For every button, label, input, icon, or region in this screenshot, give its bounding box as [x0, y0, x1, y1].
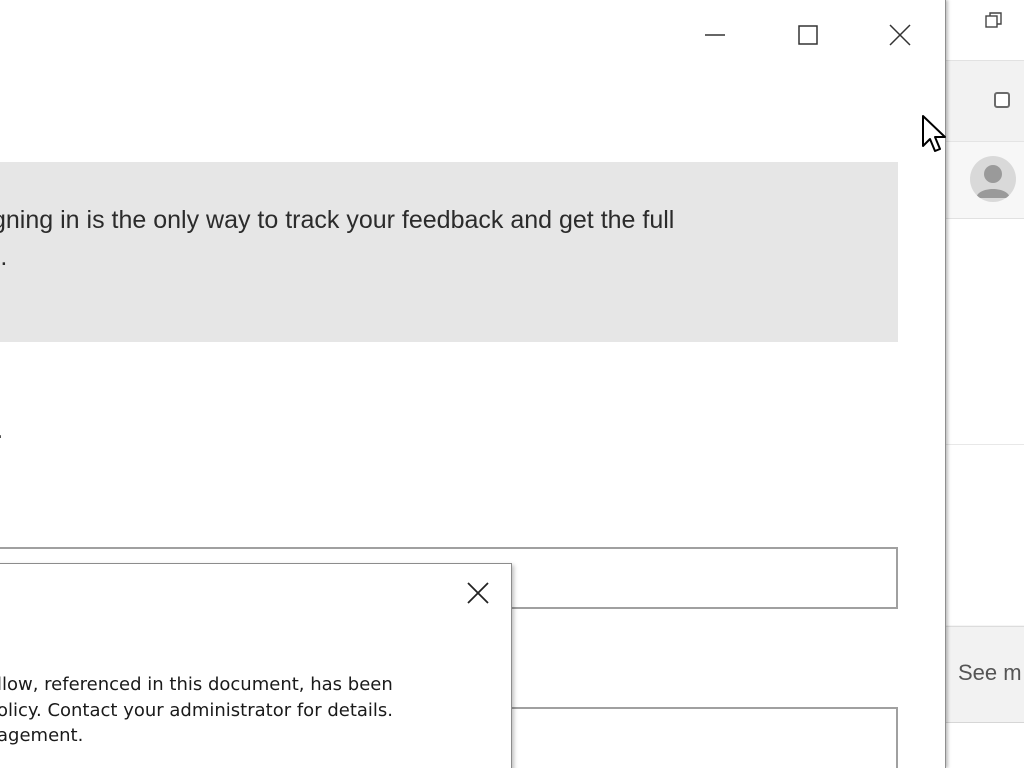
background-window: See m: [946, 0, 1024, 768]
desktop-screen: See m gning in is the only way to track …: [0, 0, 1024, 768]
label-fragment: .: [0, 414, 3, 445]
sign-in-banner: gning in is the only way to track your f…: [0, 162, 898, 342]
sign-in-banner-text: gning in is the only way to track your f…: [0, 206, 675, 271]
background-window-content: [946, 219, 1024, 625]
see-more-link[interactable]: See m: [958, 660, 1022, 686]
divider: [946, 444, 1024, 445]
dialog-message-line: agement.: [0, 725, 84, 746]
dialog-message-line: llow, referenced in this document, has b…: [0, 674, 393, 695]
background-window-footer: See m: [946, 626, 1024, 722]
user-row[interactable]: [946, 142, 1024, 219]
background-window-lower-panel: [946, 722, 1024, 768]
dialog-message: llow, referenced in this document, has b…: [0, 672, 507, 749]
maximize-icon: [798, 25, 818, 45]
close-icon: [467, 582, 489, 604]
close-button[interactable]: [877, 14, 923, 54]
mouse-cursor-icon: [922, 115, 946, 152]
blocked-content-dialog: llow, referenced in this document, has b…: [0, 563, 512, 768]
background-window-toolbar: [946, 61, 1024, 142]
dialog-close-button[interactable]: [463, 578, 493, 608]
select-checkbox[interactable]: [994, 92, 1010, 108]
close-icon: [889, 24, 911, 46]
restore-icon[interactable]: [984, 10, 1004, 30]
feedback-window: gning in is the only way to track your f…: [0, 0, 946, 768]
minimize-button[interactable]: [692, 14, 738, 54]
maximize-button[interactable]: [785, 14, 831, 54]
avatar-icon: [970, 156, 1016, 202]
dialog-message-line: olicy. Contact your administrator for de…: [0, 699, 394, 721]
background-window-titlebar: [946, 0, 1024, 61]
minimize-icon: [705, 34, 725, 36]
